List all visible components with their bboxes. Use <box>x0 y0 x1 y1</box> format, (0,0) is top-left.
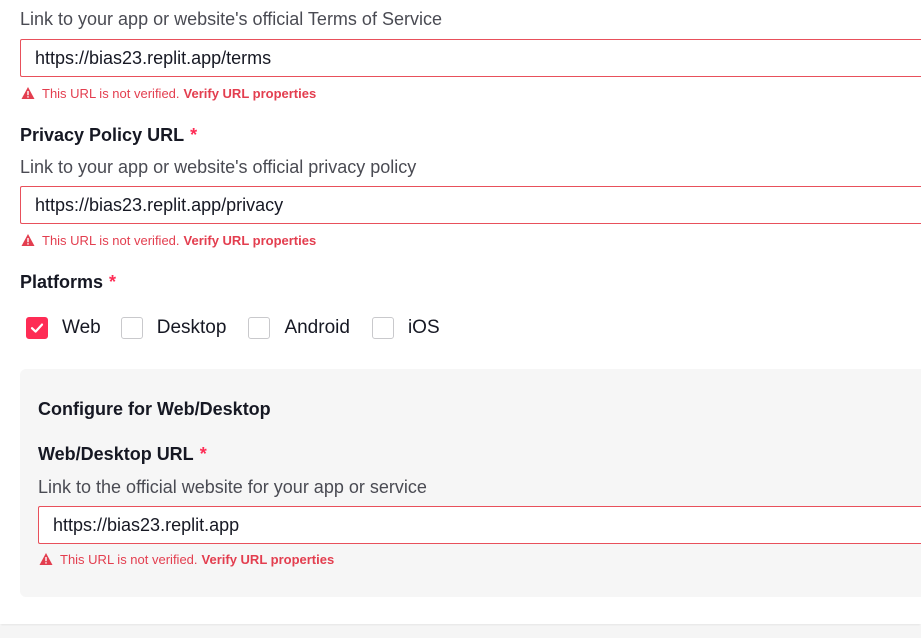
web-desktop-config-panel: Configure for Web/Desktop Web/Desktop UR… <box>20 369 921 597</box>
required-mark: * <box>190 125 198 145</box>
platform-ios[interactable]: iOS <box>371 317 440 339</box>
terms-url-error: This URL is not verified. Verify URL pro… <box>21 85 316 101</box>
warning-triangle-icon <box>21 234 35 246</box>
android-label: Android <box>284 317 350 338</box>
privacy-url-input[interactable] <box>20 186 921 224</box>
app-settings-form: Link to your app or website's official T… <box>0 0 921 624</box>
platform-desktop[interactable]: Desktop <box>120 317 227 339</box>
privacy-description: Link to your app or website's official p… <box>20 157 417 177</box>
web-label: Web <box>62 317 101 338</box>
platforms-label-text: Platforms <box>20 272 104 292</box>
privacy-label-text: Privacy Policy URL <box>20 125 185 145</box>
android-checkbox[interactable] <box>248 317 271 339</box>
platforms-label: Platforms * <box>20 272 116 293</box>
web-checkbox[interactable] <box>26 317 48 339</box>
terms-error-text: This URL is not verified. <box>42 85 180 101</box>
privacy-url-error: This URL is not verified. Verify URL pro… <box>21 232 316 248</box>
web-url-label: Web/Desktop URL * <box>38 444 207 465</box>
required-mark: * <box>109 272 117 292</box>
platform-options: Web Desktop Android iOS <box>26 317 462 339</box>
terms-verify-link[interactable]: Verify URL properties <box>184 86 317 101</box>
desktop-label: Desktop <box>156 317 227 338</box>
ios-checkbox[interactable] <box>371 317 394 339</box>
web-url-label-text: Web/Desktop URL <box>38 444 194 464</box>
web-url-description: Link to the official website for your ap… <box>38 477 427 497</box>
page-background <box>0 626 921 638</box>
privacy-label: Privacy Policy URL * <box>20 125 197 146</box>
config-heading: Configure for Web/Desktop <box>38 399 271 419</box>
platform-web[interactable]: Web <box>26 317 101 339</box>
warning-triangle-icon <box>21 87 35 99</box>
privacy-error-text: This URL is not verified. <box>42 232 180 248</box>
desktop-checkbox[interactable] <box>120 317 143 339</box>
terms-url-input[interactable] <box>20 39 921 77</box>
web-url-error-text: This URL is not verified. <box>60 551 198 567</box>
web-url-verify-link[interactable]: Verify URL properties <box>202 552 335 567</box>
checkmark-icon <box>30 323 44 333</box>
terms-description: Link to your app or website's official T… <box>20 9 442 29</box>
web-desktop-url-input[interactable] <box>38 506 921 544</box>
required-mark: * <box>199 444 207 464</box>
ios-label: iOS <box>407 317 440 338</box>
web-url-error: This URL is not verified. Verify URL pro… <box>39 551 334 567</box>
warning-triangle-icon <box>39 553 53 565</box>
platform-android[interactable]: Android <box>248 317 350 339</box>
privacy-verify-link[interactable]: Verify URL properties <box>184 233 317 248</box>
